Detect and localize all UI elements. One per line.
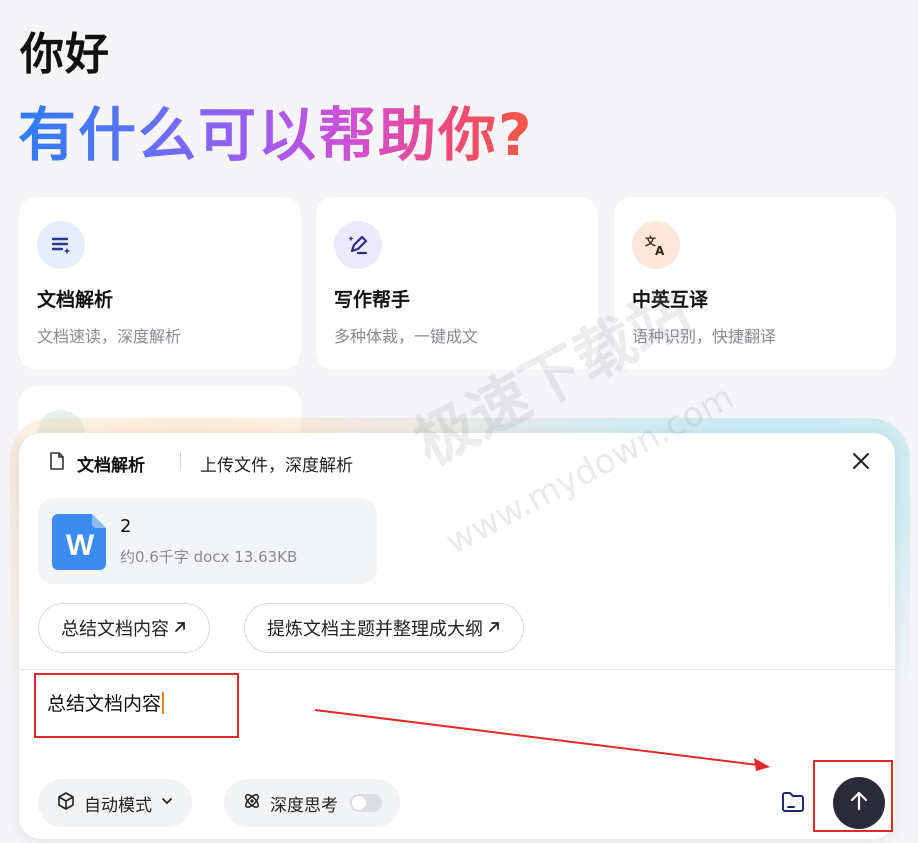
chip-label: 提炼文档主题并整理成大纲: [267, 619, 483, 640]
card-title: 中英互译: [632, 289, 709, 311]
mode-select[interactable]: 自动模式: [38, 779, 192, 827]
folder-icon[interactable]: [779, 788, 807, 820]
annotation-box-send: [813, 760, 893, 832]
card-subtitle: 文档速读，深度解析: [37, 327, 182, 346]
card-doc-parse[interactable]: 文档解析 文档速读，深度解析: [19, 197, 301, 370]
pen-sparkle-icon: [334, 221, 382, 269]
card-translate[interactable]: 文A 中英互译 语种识别，快捷翻译: [614, 197, 896, 370]
deep-think-toggle[interactable]: 深度思考: [224, 779, 400, 827]
mode-subtitle: 上传文件，深度解析: [200, 456, 353, 476]
headline: 有什么可以帮助你?: [18, 88, 534, 172]
input-divider: [19, 669, 895, 670]
toggle-switch[interactable]: [350, 794, 382, 812]
card-writing[interactable]: 写作帮手 多种体裁，一键成文: [316, 197, 598, 370]
chevron-down-icon: [160, 793, 174, 813]
word-file-icon: W: [50, 512, 110, 576]
suggestion-chip-outline[interactable]: 提炼文档主题并整理成大纲: [244, 603, 524, 653]
attached-file[interactable]: W 2 约0.6千字 docx 13.63KB: [38, 498, 377, 584]
card-subtitle: 语种识别，快捷翻译: [632, 327, 777, 346]
file-name: 2: [120, 516, 132, 537]
cube-icon: [56, 791, 76, 816]
card-title: 写作帮手: [334, 289, 411, 311]
document-lines-icon: [37, 221, 85, 269]
atom-icon: [242, 791, 262, 816]
annotation-box-input: [34, 673, 239, 738]
chip-label: 总结文档内容: [61, 619, 169, 640]
card-title: 文档解析: [37, 289, 114, 311]
card-subtitle: 多种体裁，一键成文: [334, 327, 479, 346]
close-icon[interactable]: [849, 449, 873, 473]
doc-parse-panel: 文档解析 上传文件，深度解析 W 2 约0.6千字 docx 13.63KB 总…: [19, 433, 895, 839]
svg-text:W: W: [66, 529, 95, 562]
translate-icon: 文A: [632, 221, 680, 269]
mode-select-label: 自动模式: [84, 795, 152, 816]
panel-header: 文档解析 上传文件，深度解析: [19, 433, 895, 489]
mode-label: 文档解析: [77, 456, 145, 476]
arrow-up-right-icon: [173, 618, 187, 639]
divider: [180, 452, 181, 470]
svg-text:A: A: [655, 244, 665, 258]
file-meta: 约0.6千字 docx 13.63KB: [120, 548, 298, 566]
document-icon: [47, 451, 67, 475]
deep-think-label: 深度思考: [270, 795, 338, 816]
greeting: 你好: [20, 29, 110, 80]
suggestion-chip-summary[interactable]: 总结文档内容: [38, 603, 210, 653]
arrow-up-right-icon: [487, 618, 501, 639]
